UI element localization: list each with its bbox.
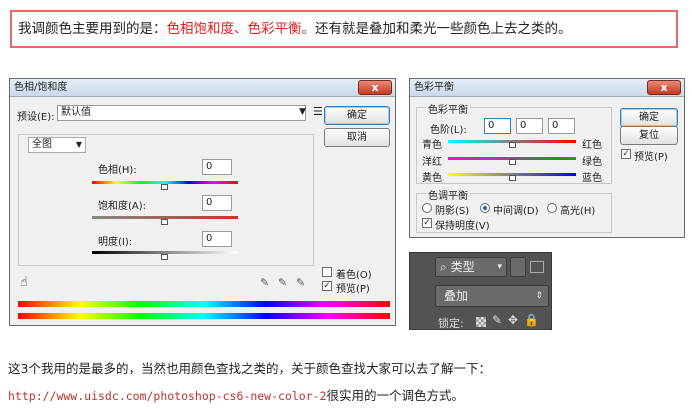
layer-filter-select[interactable]: ⌕ 类型 ▾: [435, 257, 507, 277]
yellow-label: 黄色: [422, 173, 442, 184]
lock-transparency-icon[interactable]: [476, 317, 486, 327]
color-balance-section-title: 色彩平衡: [426, 101, 470, 116]
hue-saturation-close-button[interactable]: x: [358, 80, 392, 95]
cancel-button[interactable]: 取消: [324, 128, 390, 147]
midtones-label: 中间调(D): [493, 206, 539, 217]
red-label: 红色: [582, 140, 602, 151]
green-label: 绿色: [582, 157, 602, 168]
lock-all-icon[interactable]: 🔒: [524, 313, 539, 327]
blend-mode-value: 叠加: [444, 289, 469, 303]
lock-move-icon[interactable]: ✥: [508, 313, 518, 327]
intro-text-2: 还有就是叠加和柔光一些颜色上去之类的。: [315, 21, 572, 37]
eyedropper-icon[interactable]: ✎: [260, 276, 269, 289]
blend-mode-select[interactable]: 叠加 ⇕: [435, 285, 549, 307]
level-yellow-blue-input[interactable]: 0: [548, 118, 575, 134]
hue-saturation-titlebar: 色相/饱和度 x: [10, 79, 395, 97]
magenta-green-thumb[interactable]: [509, 159, 516, 165]
preview-label: 预览(P): [336, 284, 370, 295]
color-spectrum-bar-bottom: [18, 313, 390, 319]
hue-input[interactable]: 0: [202, 159, 232, 175]
hue-saturation-title: 色相/饱和度: [14, 82, 68, 93]
blue-label: 蓝色: [582, 173, 602, 184]
hue-saturation-dialog: 色相/饱和度 x 预设(E): 默认值 ▼ ☰ 确定 取消 全图 ▼ 色相(H)…: [9, 78, 396, 326]
channel-select[interactable]: 全图 ▼: [28, 137, 86, 153]
level-magenta-green-input[interactable]: 0: [516, 118, 543, 134]
color-spectrum-bar-top: [18, 301, 390, 307]
cyan-red-thumb[interactable]: [509, 142, 516, 148]
tone-balance-section-title: 色调平衡: [426, 187, 470, 202]
color-balance-title: 色彩平衡: [414, 82, 454, 93]
ok-button[interactable]: 确定: [324, 106, 390, 125]
preserve-luminosity-checkbox[interactable]: ✓: [422, 218, 432, 228]
colorize-label: 着色(O): [336, 270, 372, 281]
lightness-label: 明度(I):: [98, 237, 133, 248]
highlights-radio[interactable]: [547, 203, 557, 213]
paragraph-2-suffix: 很实用的一个调色方式。: [326, 388, 465, 403]
saturation-label: 饱和度(A):: [98, 201, 147, 212]
preview-checkbox[interactable]: ✓: [322, 281, 332, 291]
filter-pixel-button[interactable]: [510, 257, 526, 277]
preserve-luminosity-label: 保持明度(V): [435, 221, 490, 232]
filter-dropdown-icon: ▾: [497, 262, 502, 272]
layer-filter-label: 类型: [450, 260, 475, 274]
lightness-input[interactable]: 0: [202, 231, 232, 247]
color-balance-dialog: 色彩平衡 x 色彩平衡 色阶(L): 0 0 0 青色 红色 洋红 绿色 黄色 …: [409, 78, 685, 238]
shadows-radio[interactable]: [422, 203, 432, 213]
dropdown-arrow-icon[interactable]: ▼: [299, 107, 306, 117]
layers-panel: ⌕ 类型 ▾ 叠加 ⇕ 锁定: ✎ ✥ 🔒: [409, 252, 552, 330]
color-balance-preview-label: 预览(P): [634, 152, 668, 163]
highlights-label: 高光(H): [560, 206, 596, 217]
search-icon: ⌕: [440, 260, 447, 274]
saturation-input[interactable]: 0: [202, 195, 232, 211]
color-balance-preview-checkbox[interactable]: ✓: [621, 149, 631, 159]
preset-options-icon[interactable]: ☰: [313, 105, 323, 118]
hue-slider-thumb[interactable]: [161, 184, 168, 190]
levels-label: 色阶(L):: [430, 125, 467, 136]
magenta-label: 洋红: [422, 157, 442, 168]
cyan-label: 青色: [422, 140, 442, 151]
image-filter-icon[interactable]: [530, 261, 544, 273]
channel-value: 全图: [32, 139, 52, 150]
lightness-slider-thumb[interactable]: [161, 254, 168, 260]
midtones-radio[interactable]: [480, 203, 490, 213]
saturation-slider-thumb[interactable]: [161, 219, 168, 225]
color-lookup-link[interactable]: http://www.uisdc.com/photoshop-cs6-new-c…: [8, 389, 327, 403]
eyedropper-plus-icon[interactable]: ✎: [278, 276, 287, 289]
intro-highlight: 色相饱和度、色彩平衡。: [166, 21, 316, 37]
level-cyan-red-input[interactable]: 0: [484, 118, 511, 134]
yellow-blue-thumb[interactable]: [509, 175, 516, 181]
eyedropper-minus-icon[interactable]: ✎: [296, 276, 305, 289]
lock-label: 锁定:: [438, 317, 464, 330]
paragraph-2: http://www.uisdc.com/photoshop-cs6-new-c…: [8, 385, 464, 404]
intro-box: 我调颜色主要用到的是：色相饱和度、色彩平衡。还有就是叠加和柔光一些颜色上去之类的…: [10, 10, 678, 48]
color-balance-reset-button[interactable]: 复位: [620, 126, 678, 145]
channel-dropdown-icon: ▼: [75, 140, 82, 149]
color-balance-ok-button[interactable]: 确定: [620, 108, 678, 127]
color-balance-titlebar: 色彩平衡 x: [410, 79, 684, 97]
preset-select[interactable]: 默认值: [57, 105, 306, 121]
blend-mode-arrows-icon: ⇕: [535, 291, 543, 301]
preset-label: 预设(E):: [17, 112, 55, 123]
hue-label: 色相(H):: [98, 165, 137, 176]
color-balance-close-button[interactable]: x: [647, 80, 681, 95]
adjustment-group: [18, 134, 314, 266]
shadows-label: 阴影(S): [435, 206, 470, 217]
paragraph-1: 这3个我用的是最多的，当然也用颜色查找之类的，关于颜色查找大家可以去了解一下：: [8, 361, 491, 376]
intro-text-1: 我调颜色主要用到的是：: [18, 21, 167, 37]
hand-adjust-icon[interactable]: ☝: [20, 275, 28, 290]
colorize-checkbox[interactable]: [322, 267, 332, 277]
lock-paint-brush-icon[interactable]: ✎: [492, 313, 502, 327]
